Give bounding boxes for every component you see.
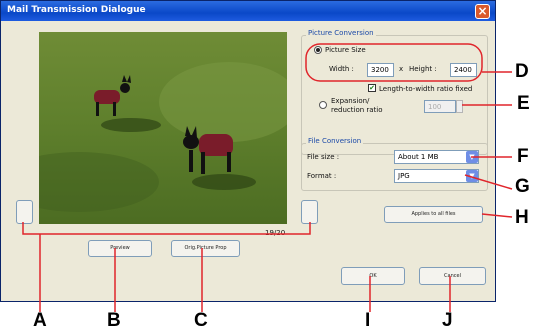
a-bracket <box>22 222 311 235</box>
callout-j: J <box>442 310 453 331</box>
callout-e: E <box>517 93 530 114</box>
callout-b: B <box>107 310 121 331</box>
callout-i: I <box>365 310 371 331</box>
callout-a: A <box>33 310 47 331</box>
callout-h: H <box>515 207 529 228</box>
callout-g: G <box>515 176 530 197</box>
d-highlight-box <box>305 43 483 82</box>
callout-f: F <box>517 146 529 167</box>
g-leader <box>464 174 513 190</box>
callout-d: D <box>515 61 529 82</box>
callout-c: C <box>194 310 208 331</box>
h-leader <box>481 213 513 218</box>
callout-lines <box>22 43 513 312</box>
